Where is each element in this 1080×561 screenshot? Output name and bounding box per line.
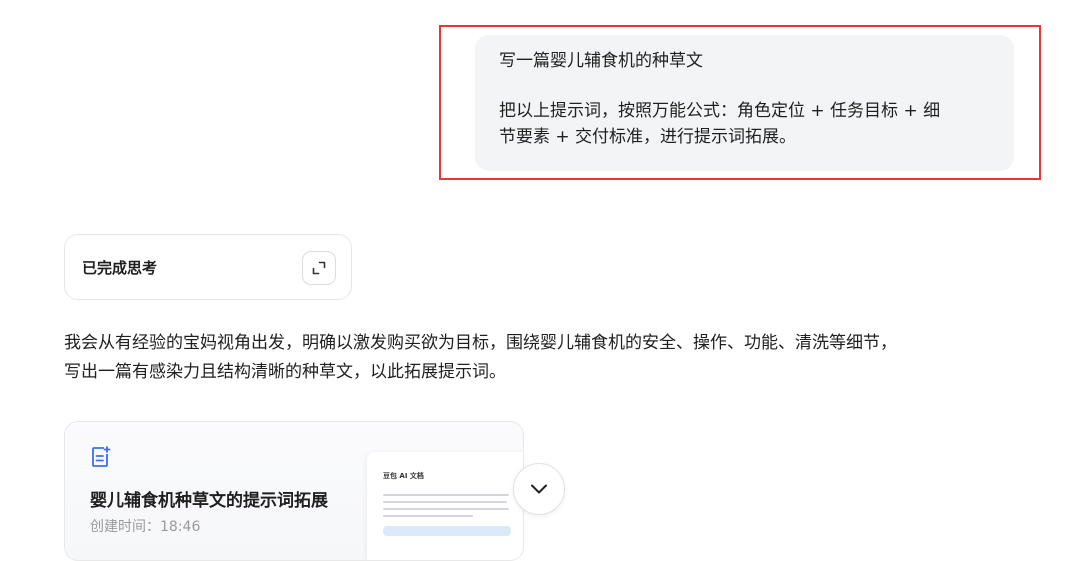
answer-line: 我会从有经验的宝妈视角出发，明确以激发购买欲为目标，围绕婴儿辅食机的安全、操作、…: [64, 333, 897, 353]
user-message-line: 节要素 + 交付标准，进行提示词拓展。: [499, 127, 797, 147]
answer-line: 写出一篇有感染力且结构清晰的种草文，以此拓展提示词。: [64, 362, 506, 382]
thinking-status-label: 已完成思考: [82, 259, 158, 277]
document-created-time: 创建时间：18:46: [90, 519, 201, 535]
user-message-line: 写一篇婴儿辅食机的种草文: [499, 51, 703, 71]
preview-text-line: [383, 501, 507, 503]
user-message-bubble: 写一篇婴儿辅食机的种草文 把以上提示词，按照万能公式：角色定位 + 任务目标 +…: [475, 35, 1014, 171]
expand-thinking-button[interactable]: [302, 251, 336, 285]
preview-text-line: [383, 508, 509, 510]
document-title: 婴儿辅食机种草文的提示词拓展: [90, 491, 328, 511]
user-message-line: 把以上提示词，按照万能公式：角色定位 + 任务目标 + 细: [499, 101, 941, 121]
expand-icon: [312, 261, 326, 275]
thinking-card[interactable]: 已完成思考: [64, 234, 352, 300]
collapse-button[interactable]: [513, 463, 565, 515]
preview-text-line: [383, 515, 473, 517]
document-preview: 豆包 AI 文档: [367, 452, 523, 560]
document-card[interactable]: 婴儿辅食机种草文的提示词拓展 创建时间：18:46 豆包 AI 文档: [64, 421, 524, 561]
ai-document-icon: [92, 446, 111, 467]
preview-highlight-bar: [383, 526, 511, 536]
chevron-down-icon: [531, 484, 547, 494]
preview-title: 豆包 AI 文档: [383, 472, 424, 480]
assistant-answer: 我会从有经验的宝妈视角出发，明确以激发购买欲为目标，围绕婴儿辅食机的安全、操作、…: [64, 329, 1054, 387]
preview-text-line: [383, 494, 509, 496]
